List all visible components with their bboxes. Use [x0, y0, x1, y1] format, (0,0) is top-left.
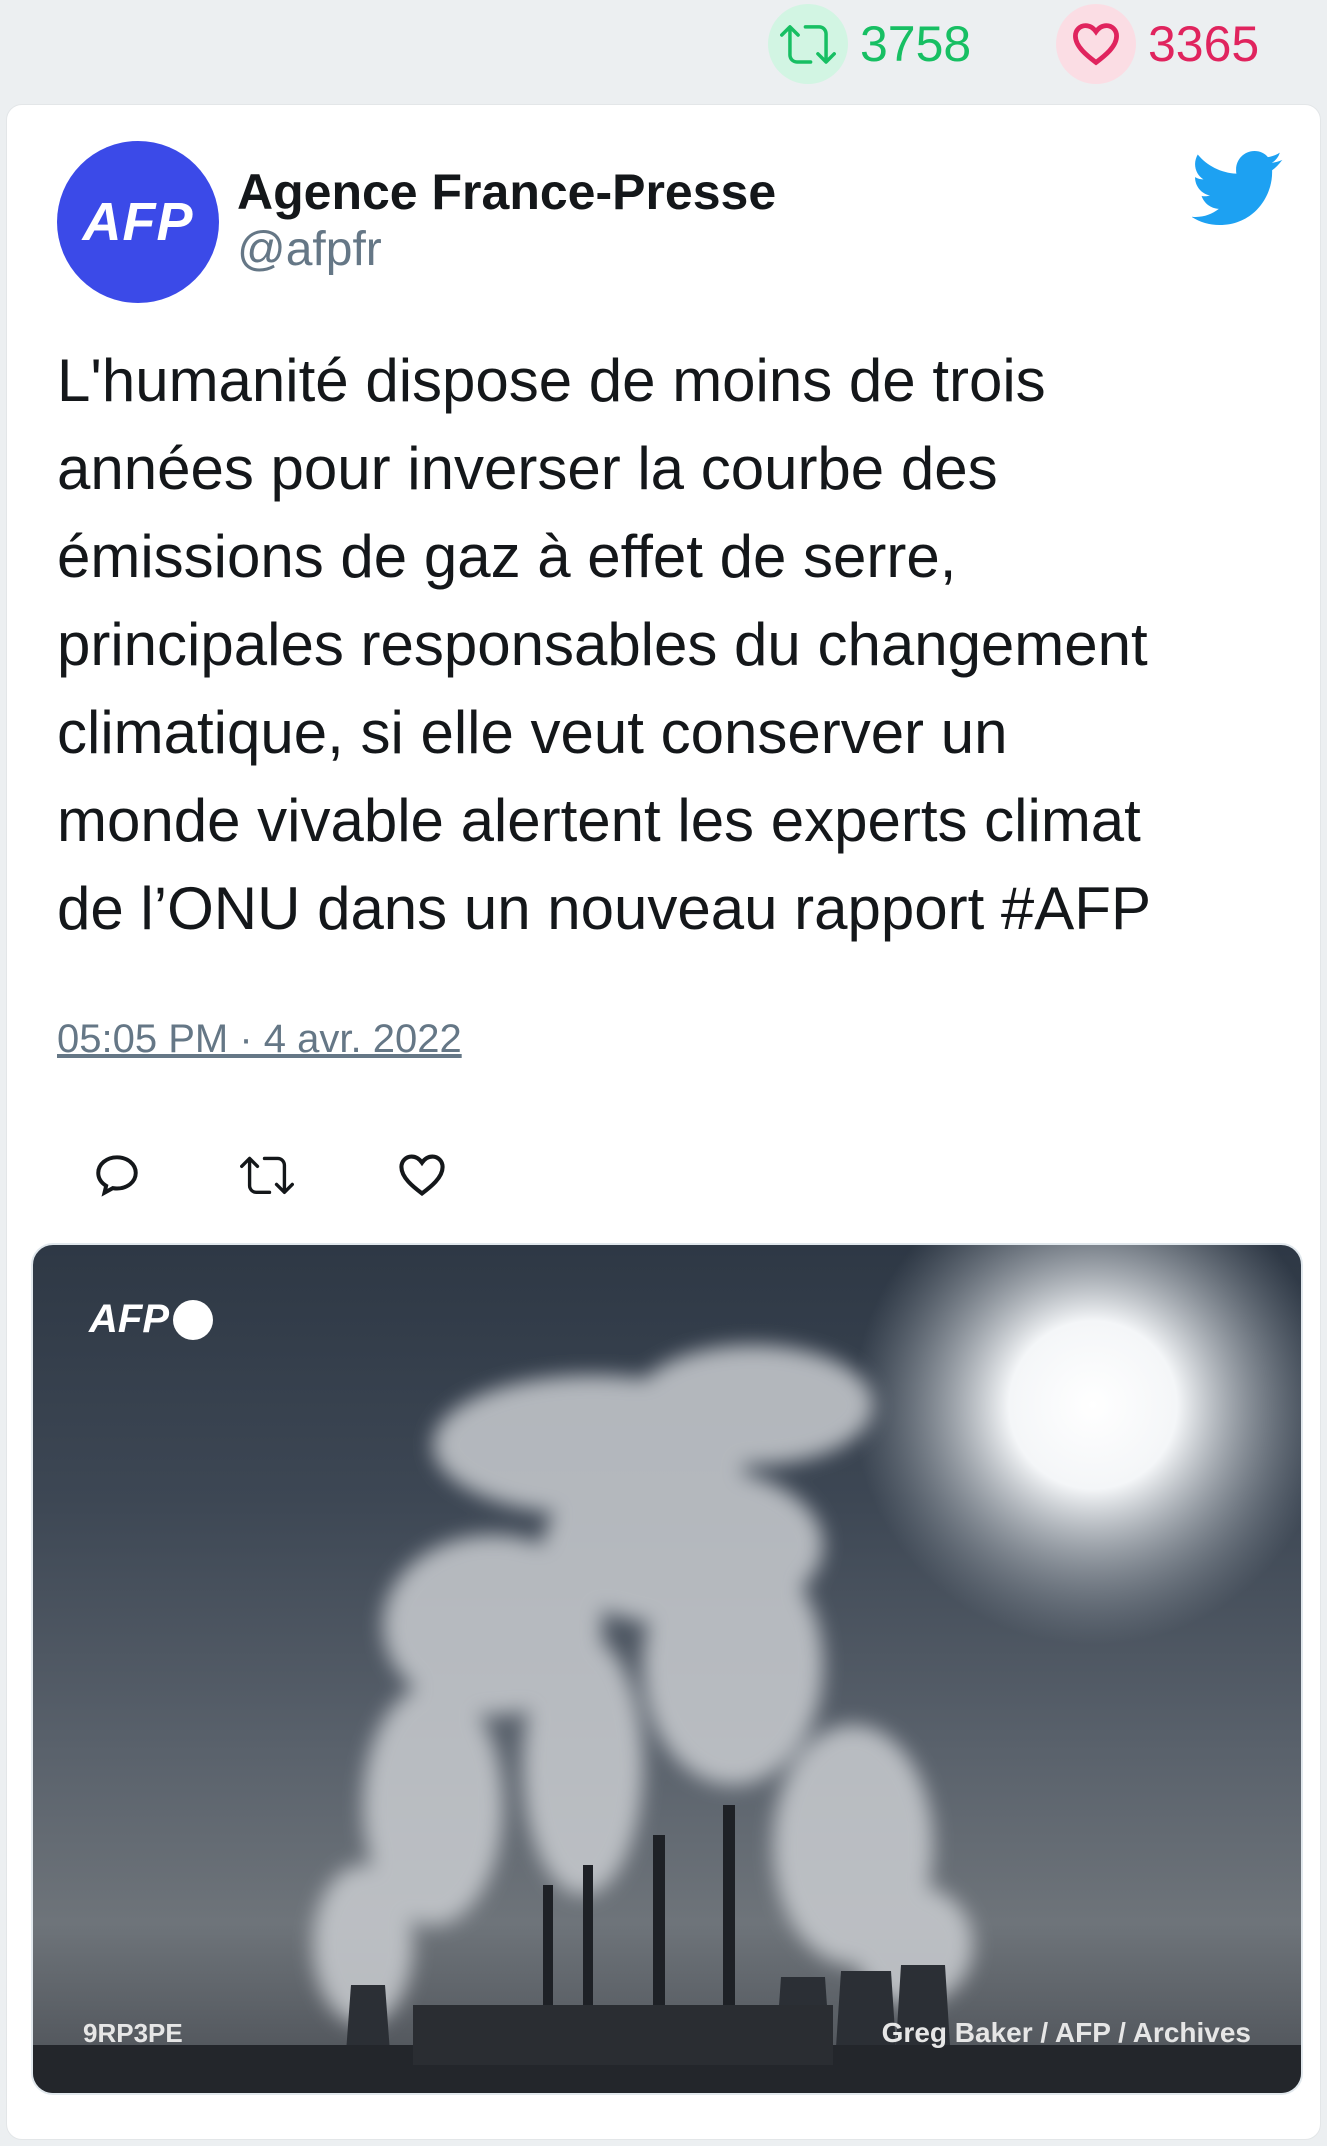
tweet-text: L'humanité dispose de moins de trois ann… [57, 347, 1151, 942]
watermark-dot [173, 1299, 213, 1340]
author-handle[interactable]: @afpfr [237, 220, 776, 280]
tweet-photo[interactable]: AFP 9RP3PE Greg Baker / AFP / Archives [31, 1243, 1303, 2095]
photo-credit: Greg Baker / AFP / Archives [881, 2017, 1251, 2048]
like-button[interactable] [382, 1135, 462, 1215]
plant-building [413, 2005, 833, 2065]
sun-glow [853, 1245, 1301, 1645]
engagement-stats: 3758 3365 [0, 0, 1327, 90]
retweet-count: 3758 [860, 16, 972, 72]
like-stat[interactable]: 3365 [1056, 4, 1259, 84]
tweet-timestamp[interactable]: 05:05 PM · 4 avr. 2022 [57, 1017, 462, 1062]
retweet-button[interactable] [227, 1135, 307, 1215]
avatar[interactable]: AFP [57, 141, 219, 303]
watermark-text: AFP [89, 1297, 169, 1341]
retweet-stat[interactable]: 3758 [768, 4, 971, 84]
reply-icon [96, 1155, 138, 1197]
reply-button[interactable] [77, 1135, 157, 1215]
twitter-bird-icon[interactable] [1192, 149, 1284, 229]
author-block[interactable]: Agence France-Presse @afpfr [237, 165, 776, 280]
like-count: 3365 [1148, 16, 1260, 72]
retweet-icon[interactable] [768, 4, 848, 84]
heart-icon [399, 1154, 445, 1196]
retweet-icon [240, 1156, 294, 1195]
tweet-card: AFP Agence France-Presse @afpfr L'humani… [6, 104, 1321, 2140]
power-plant-image [33, 1245, 1301, 2093]
heart-icon[interactable] [1056, 4, 1136, 84]
afp-watermark: AFP [89, 1297, 213, 1342]
author-name[interactable]: Agence France-Presse [237, 165, 776, 220]
photo-code: 9RP3PE [83, 2018, 183, 2048]
avatar-text: AFP [82, 192, 194, 252]
